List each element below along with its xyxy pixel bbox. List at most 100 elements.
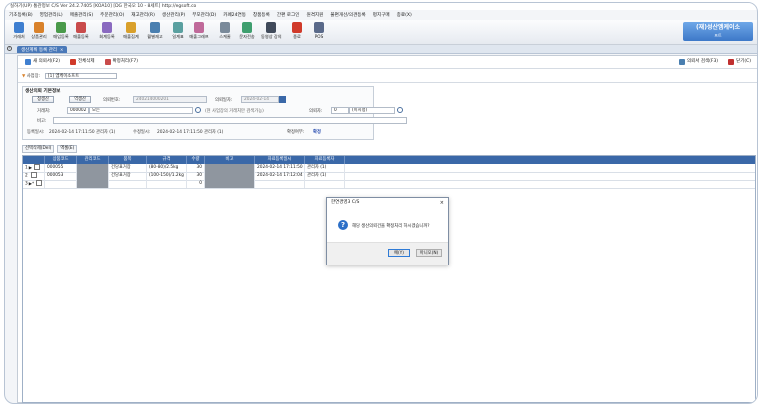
confirm-status-label: 확정여부:	[287, 130, 305, 135]
row-header[interactable]: 3▶*	[23, 180, 45, 188]
cell-reg-date[interactable]: 2024-02-14 17:11:50	[255, 164, 305, 172]
search-request-button[interactable]: 의뢰서 검색(F3)	[676, 58, 721, 66]
delete-selected-button[interactable]: 선택삭제(Del)	[22, 145, 55, 153]
menu-item[interactable]: 부모관리(D)	[192, 12, 216, 18]
chart-icon	[194, 22, 204, 33]
customer-search-icon[interactable]	[195, 107, 201, 113]
new-request-button[interactable]: 새 의뢰서(F2)	[22, 58, 63, 66]
close-button[interactable]: 닫기(C)	[725, 58, 754, 66]
menu-item[interactable]: 카페24연동	[223, 12, 246, 18]
yes-button[interactable]: 예(Y)	[388, 249, 410, 257]
cell-spec[interactable]: (100-150)/1.2kg	[147, 172, 187, 180]
toolbar-button[interactable]: 매입등록	[51, 21, 71, 43]
business-select[interactable]: [1] 엠케이소프트	[45, 73, 117, 79]
cell-code[interactable]	[45, 180, 77, 188]
row-checkbox[interactable]	[34, 164, 41, 170]
cell-code[interactable]: 000053	[45, 172, 77, 180]
toolbar-button[interactable]: 매출등록	[71, 21, 91, 43]
menu-item[interactable]: 매출관리(S)	[70, 12, 93, 18]
cell-mgmt[interactable]	[77, 164, 109, 172]
menu-item[interactable]: 불편개선/의견등록	[330, 12, 365, 18]
confirm-button[interactable]: 확정처리(F7)	[102, 58, 142, 66]
cell-mgmt[interactable]	[77, 180, 109, 188]
row-checkbox[interactable]	[30, 172, 37, 178]
row-checkbox[interactable]	[36, 180, 43, 186]
cell-spec[interactable]: (80-80)/2.5kg	[147, 164, 187, 172]
cell-code[interactable]: 000055	[45, 164, 77, 172]
row-header[interactable]: 1▶	[23, 164, 45, 172]
cell-qty[interactable]: 30	[187, 164, 205, 172]
menu-item[interactable]: 주문관리(O)	[100, 12, 124, 18]
grid-column-header[interactable]: 자료등록일시	[255, 156, 305, 164]
grid-column-header[interactable]: 자료등록자	[305, 156, 345, 164]
menu-item[interactable]: 원격지원	[306, 12, 323, 18]
close-icon[interactable]: ×	[60, 47, 63, 52]
toolbar-button[interactable]: 매출그래프	[189, 21, 209, 43]
customer-name-field[interactable]: 모든	[89, 107, 193, 114]
menu-item[interactable]: 간편 로그인	[277, 12, 300, 18]
tab-nav-icon[interactable]: ›	[7, 46, 12, 51]
toolbar-button[interactable]: 거래처	[9, 21, 29, 43]
excel-button[interactable]: 엑셀(E)	[57, 145, 78, 153]
requester-code-field[interactable]: 0	[331, 107, 349, 114]
toolbar-button[interactable]: 회계등록	[97, 21, 117, 43]
no-button[interactable]: 아니오(N)	[416, 249, 442, 257]
toolbar-button-label: 매입등록	[53, 34, 69, 39]
cell-item[interactable]: 건당표거장	[109, 164, 147, 172]
toolbar-button[interactable]: 스케줄	[215, 21, 235, 43]
cell-reg-user[interactable]: 관리자 (1)	[305, 172, 345, 180]
toolbar-button[interactable]: 일계표	[168, 21, 188, 43]
toolbar-button[interactable]: 상품관리	[29, 21, 49, 43]
cell-item[interactable]: 건당표거장	[109, 172, 147, 180]
cell-spec[interactable]	[147, 180, 187, 188]
toolbar-button[interactable]: 매출집계	[121, 21, 141, 43]
toolbar-button-label: 거래처	[13, 34, 25, 39]
toolbar-button[interactable]: 동영상 강의	[261, 21, 282, 43]
reverse-production-button[interactable]: 역생산	[69, 96, 91, 103]
production-button[interactable]: 정생산	[32, 96, 54, 103]
cell-item[interactable]	[109, 180, 147, 188]
menu-item[interactable]: 창품등록	[253, 12, 270, 18]
memo-field[interactable]	[53, 117, 407, 124]
grid-column-header[interactable]: 품목	[109, 156, 147, 164]
menu-item[interactable]: 평지구매	[373, 12, 390, 18]
calendar-icon[interactable]	[279, 96, 286, 103]
close-icon[interactable]: ×	[440, 198, 444, 208]
grid-column-header[interactable]: 규격	[147, 156, 187, 164]
cell-reg-user[interactable]	[305, 180, 345, 188]
grid-column-header[interactable]: 상품코드	[45, 156, 77, 164]
cell-memo[interactable]	[205, 164, 255, 172]
customer-code-field[interactable]: 000002	[67, 107, 89, 114]
row-header[interactable]: 2	[23, 172, 45, 180]
requester-search-icon[interactable]	[397, 107, 403, 113]
grid-column-header[interactable]: 관리코드	[77, 156, 109, 164]
requester-name-field[interactable]: (미지정)	[349, 107, 395, 114]
delete-all-button[interactable]: 전체삭제	[67, 58, 98, 66]
menu-item[interactable]: 종료(X)	[397, 12, 412, 18]
cell-reg-date[interactable]: 2024-02-14 17:12:04	[255, 172, 305, 180]
menu-item[interactable]: 기초등록(B)	[9, 12, 33, 18]
cell-reg-date[interactable]	[255, 180, 305, 188]
cell-qty[interactable]: 0	[187, 180, 205, 188]
toolbar-button[interactable]: POS	[309, 21, 329, 43]
customer-hint: (현 사업장의 거래처만 검색가능)	[205, 109, 264, 114]
req-date-field[interactable]: 2024-02-14	[241, 96, 279, 103]
cell-memo[interactable]	[205, 180, 255, 188]
menu-item[interactable]: 영업관리(L)	[40, 12, 63, 18]
cell-mgmt[interactable]	[77, 172, 109, 180]
toolbar-button-label: 상품관리	[31, 34, 47, 39]
cell-reg-user[interactable]: 관리자 (1)	[305, 164, 345, 172]
toolbar-button[interactable]: 종료	[287, 21, 307, 43]
grid-column-header[interactable]: 수량	[187, 156, 205, 164]
table-row[interactable]: 3▶* 0	[23, 180, 755, 189]
toolbar-button[interactable]: 월별재고	[145, 21, 165, 43]
grid-column-header[interactable]: 비고	[205, 156, 255, 164]
menu-item[interactable]: 재고관리(R)	[131, 12, 155, 18]
toolbar-button[interactable]: 문자전송	[237, 21, 257, 43]
tab-production-plan[interactable]: 생산계획 등록 관리 ×	[17, 46, 68, 53]
toolbar-button-label: 회계등록	[99, 34, 115, 39]
cell-qty[interactable]: 30	[187, 172, 205, 180]
cell-memo[interactable]	[205, 172, 255, 180]
grid-column-header[interactable]	[23, 156, 45, 164]
menu-item[interactable]: 생산관리(P)	[162, 12, 185, 18]
